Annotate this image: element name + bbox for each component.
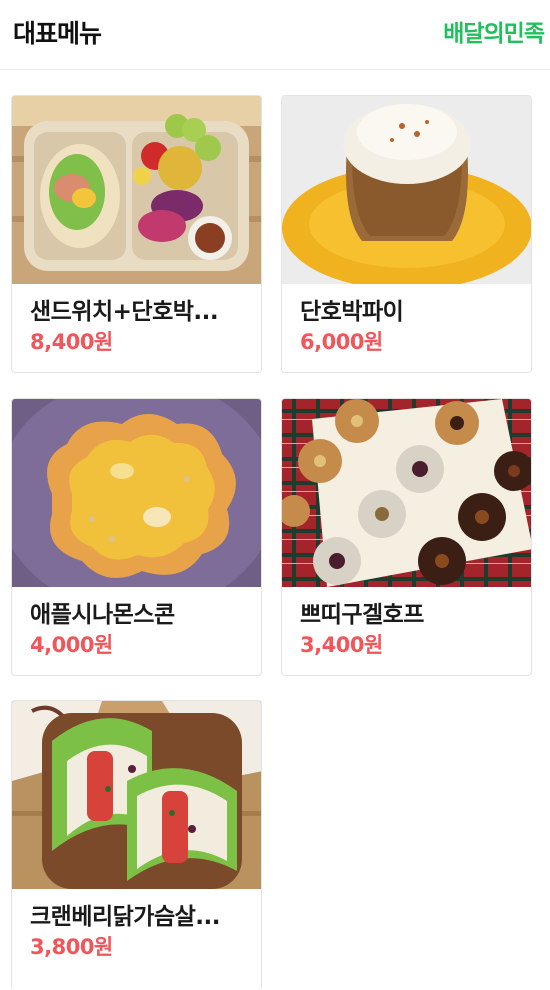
menu-image (12, 96, 261, 284)
menu-name: 샌드위치+단호박... (30, 299, 219, 325)
section-title: 대표메뉴 (13, 19, 102, 48)
brand-link[interactable]: 배달의민족 (443, 14, 545, 48)
menu-card[interactable]: 단호박파이 6,000원 (281, 95, 532, 373)
menu-price: 3,800원 (30, 935, 113, 959)
menu-name: 크랜베리닭가슴살... (30, 904, 221, 930)
menu-price: 8,400원 (30, 330, 113, 354)
menu-card[interactable]: 크랜베리닭가슴살... 3,800원 (11, 700, 262, 990)
menu-name: 쁘띠구겔호프 (300, 602, 424, 628)
menu-price: 6,000원 (300, 330, 383, 354)
menu-card[interactable]: 샌드위치+단호박... 8,400원 (11, 95, 262, 373)
menu-image (12, 701, 261, 889)
menu-image (282, 399, 531, 587)
header-bar: 대표메뉴 배달의민족 (0, 0, 550, 70)
menu-image (282, 96, 531, 284)
menu-name: 애플시나몬스콘 (30, 602, 175, 628)
menu-card[interactable]: 쁘띠구겔호프 3,400원 (281, 398, 532, 676)
menu-price: 4,000원 (30, 633, 113, 657)
menu-name: 단호박파이 (300, 299, 404, 325)
menu-price: 3,400원 (300, 633, 383, 657)
menu-card[interactable]: 애플시나몬스콘 4,000원 (11, 398, 262, 676)
menu-image (12, 399, 261, 587)
